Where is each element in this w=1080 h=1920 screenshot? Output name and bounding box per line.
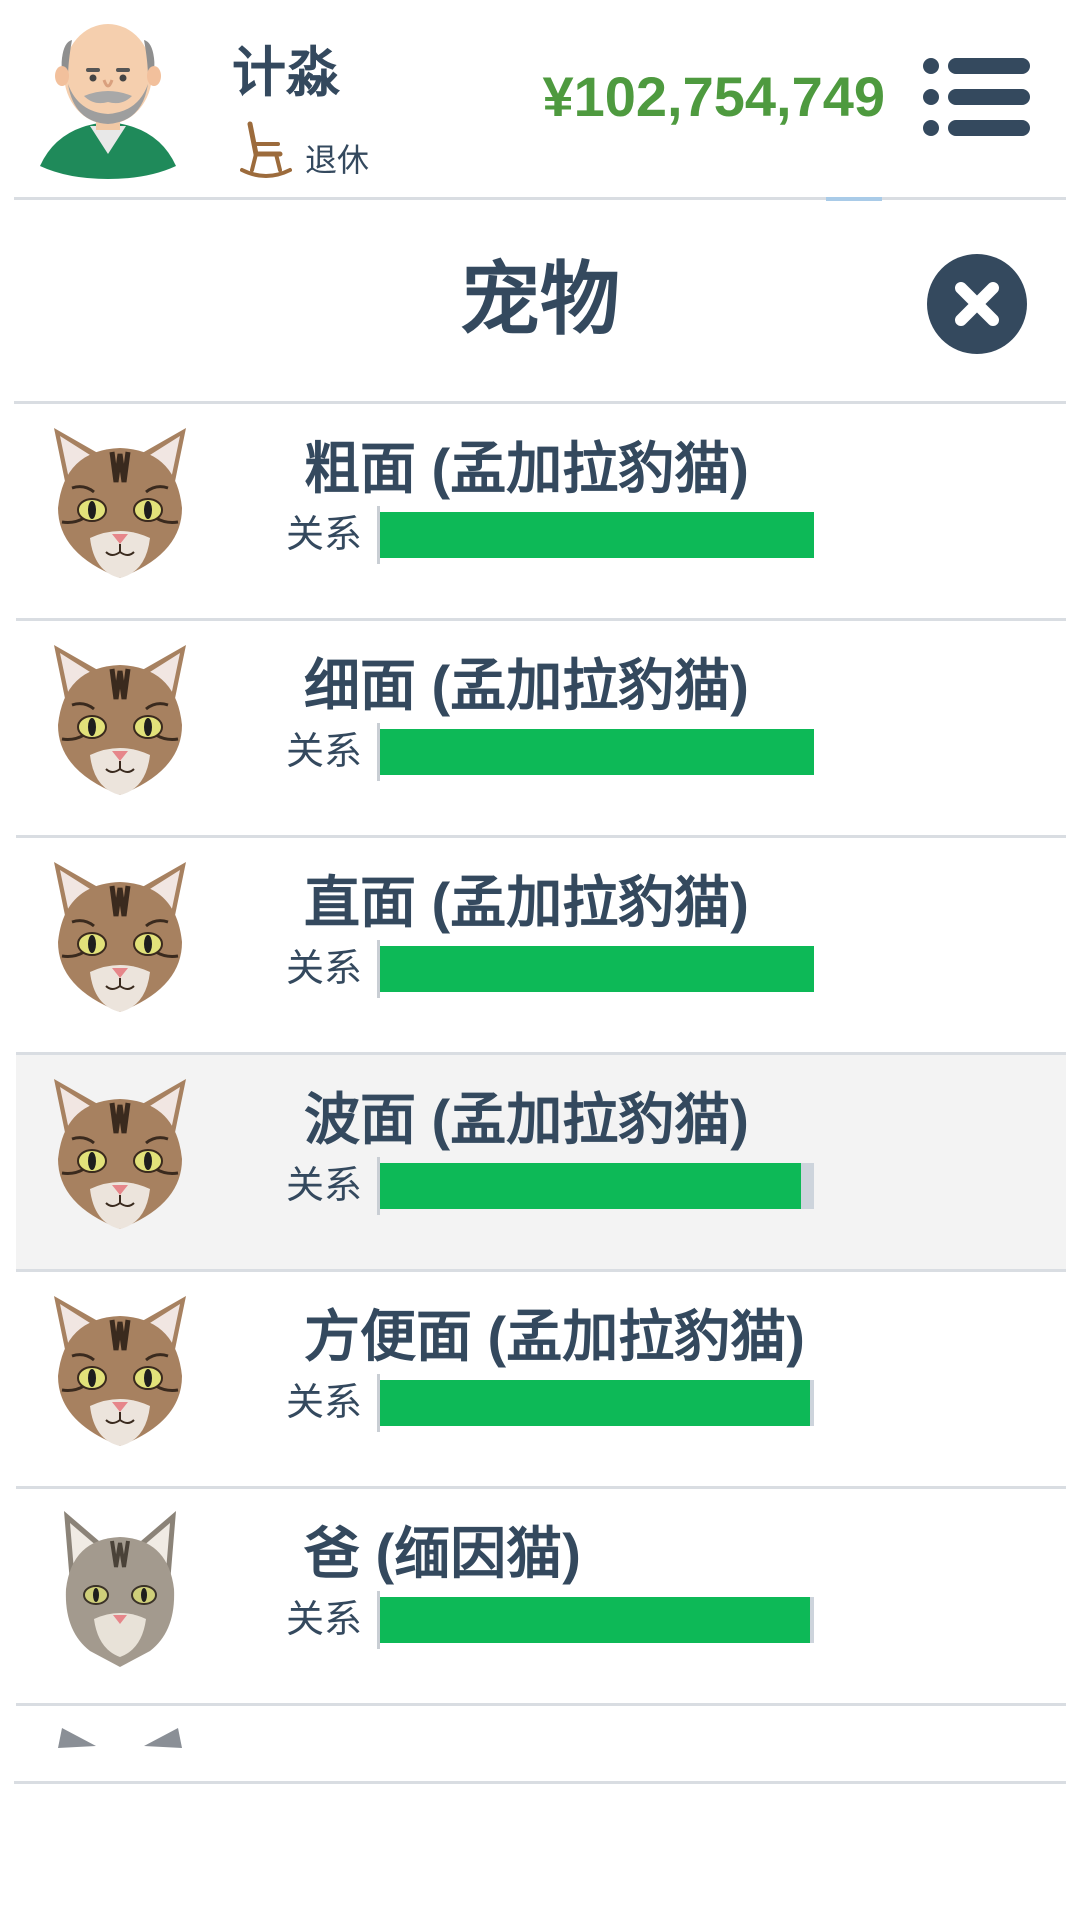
- pet-row[interactable]: 方便面 (孟加拉豹猫) 关系: [16, 1272, 1066, 1489]
- pet-name: 方便面 (孟加拉豹猫): [304, 1305, 805, 1368]
- bengal-cat-icon: [50, 1294, 190, 1450]
- bengal-cat-icon: [50, 426, 190, 582]
- player-name: 计淼: [232, 41, 340, 104]
- relationship-bar-fill: [380, 1380, 810, 1426]
- relationship-label: 关系: [286, 729, 363, 773]
- relationship-label: 关系: [286, 946, 363, 990]
- cat-icon: [50, 1728, 190, 1749]
- relationship-label: 关系: [286, 1163, 363, 1207]
- header-divider: [14, 197, 1066, 200]
- list-menu-icon: [923, 58, 1030, 136]
- scroll-indicator: [826, 197, 882, 201]
- relationship-bar: [377, 1157, 814, 1215]
- rocking-chair-icon: [240, 120, 292, 182]
- relationship-bar-fill: [380, 946, 814, 992]
- close-icon: [927, 254, 1027, 354]
- relationship-bar-fill: [380, 1163, 801, 1209]
- menu-button[interactable]: [922, 56, 1032, 138]
- bengal-cat-icon: [50, 860, 190, 1016]
- pet-row[interactable]: 直面 (孟加拉豹猫) 关系: [16, 838, 1066, 1055]
- bengal-cat-icon: [50, 1077, 190, 1233]
- pet-row-selected[interactable]: 波面 (孟加拉豹猫) 关系: [16, 1055, 1066, 1272]
- maine-coon-cat-icon: [50, 1511, 190, 1667]
- relationship-bar: [377, 723, 814, 781]
- close-button[interactable]: [925, 252, 1029, 356]
- bengal-cat-icon: [50, 643, 190, 799]
- relationship-bar: [377, 506, 814, 564]
- pet-row-partial[interactable]: [16, 1706, 1066, 1749]
- page-title: 宠物: [460, 253, 620, 346]
- pet-name: 波面 (孟加拉豹猫): [304, 1088, 749, 1151]
- relationship-label: 关系: [286, 1597, 363, 1641]
- pet-row[interactable]: 细面 (孟加拉豹猫) 关系: [16, 621, 1066, 838]
- player-status: 退休: [305, 141, 370, 179]
- top-bar: 计淼 退休 ¥102,754,749: [0, 0, 1080, 198]
- pet-name: 爸 (缅因猫): [304, 1522, 581, 1585]
- relationship-label: 关系: [286, 1380, 363, 1424]
- money-balance: ¥102,754,749: [542, 65, 885, 128]
- relationship-bar: [377, 940, 814, 998]
- pet-name: 直面 (孟加拉豹猫): [304, 871, 749, 934]
- relationship-label: 关系: [286, 512, 363, 556]
- pet-name: 粗面 (孟加拉豹猫): [304, 437, 749, 500]
- avatar[interactable]: [38, 14, 178, 179]
- relationship-bar: [377, 1591, 814, 1649]
- pet-row[interactable]: 爸 (缅因猫) 关系: [16, 1489, 1066, 1706]
- relationship-bar-fill: [380, 512, 814, 558]
- relationship-bar-fill: [380, 1597, 810, 1643]
- relationship-bar: [377, 1374, 814, 1432]
- relationship-bar-fill: [380, 729, 814, 775]
- bottom-divider: [14, 1781, 1066, 1784]
- pet-list[interactable]: 粗面 (孟加拉豹猫) 关系 细面 (孟加拉豹猫) 关系 直面 (孟加拉豹猫) 关…: [16, 404, 1066, 1749]
- pet-row[interactable]: 粗面 (孟加拉豹猫) 关系: [16, 404, 1066, 621]
- pet-name: 细面 (孟加拉豹猫): [304, 654, 749, 717]
